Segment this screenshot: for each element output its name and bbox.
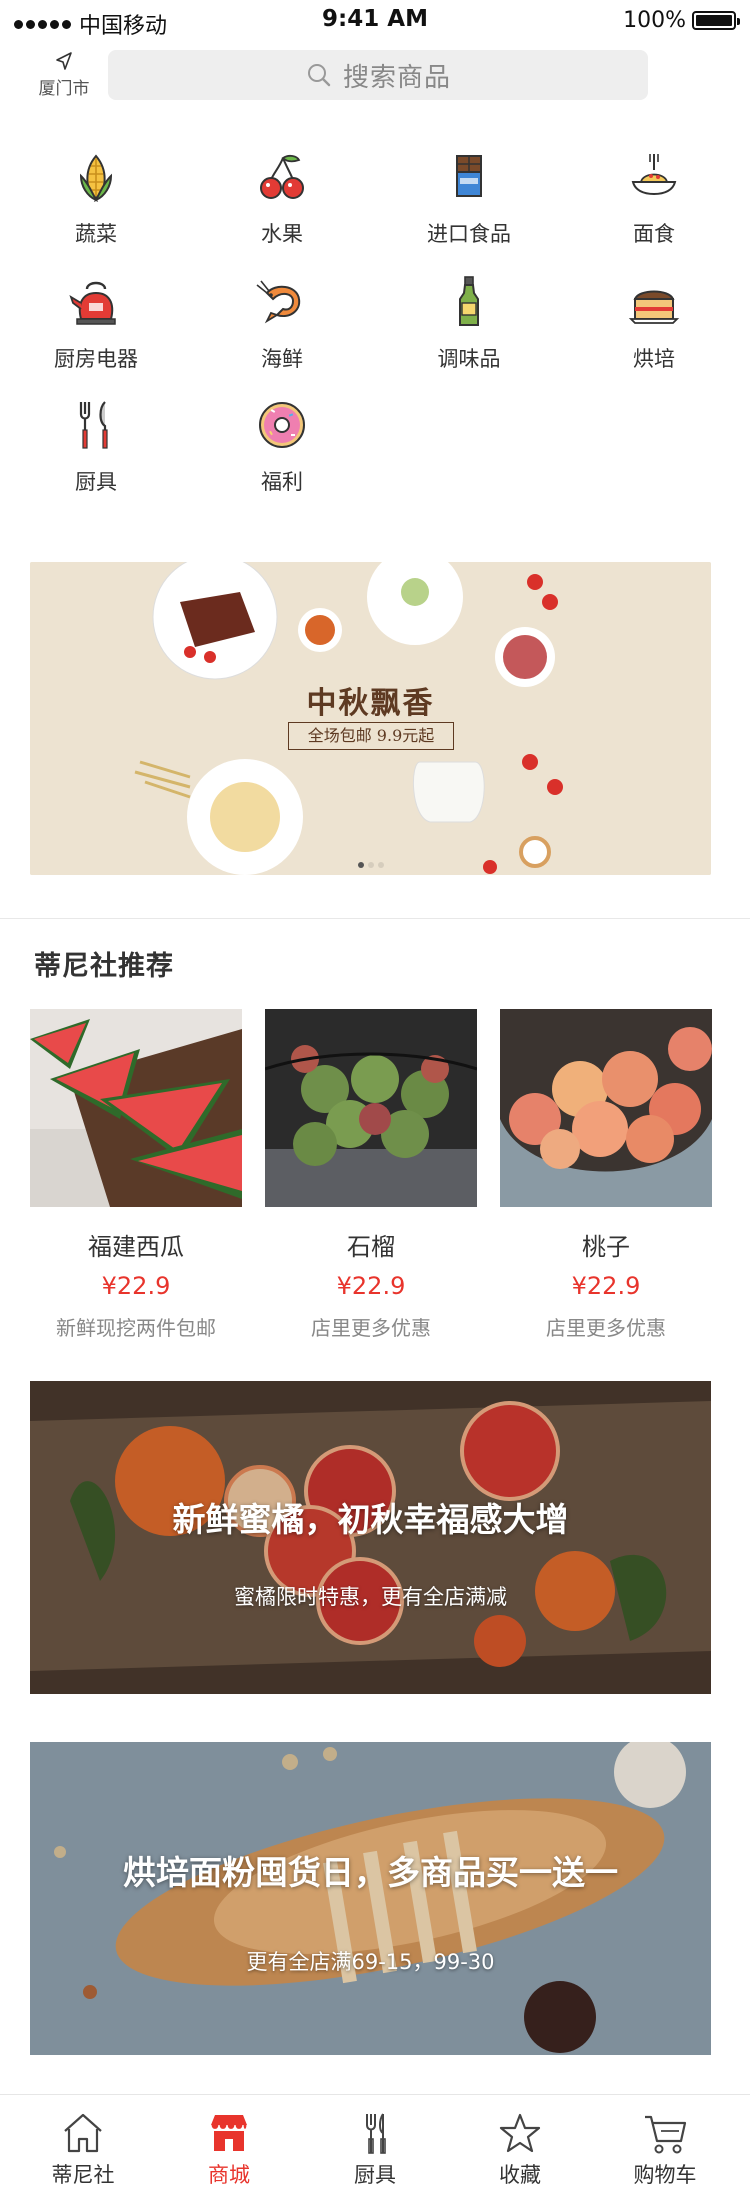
promo-card-oranges[interactable]: 新鲜蜜橘，初秋幸福感大增 蜜橘限时特惠，更有全店满减 (30, 1381, 711, 1694)
promo-card-baking[interactable]: 烘培面粉囤货日，多商品买一送一 更有全店满69-15，99-30 (30, 1742, 711, 2055)
tab-label: 厨具 (354, 2163, 396, 2187)
home-icon (64, 2113, 102, 2153)
promo-subtitle: 蜜橘限时特惠，更有全店满减 (234, 1585, 507, 1609)
category-label: 海鲜 (261, 347, 303, 371)
promo-title: 烘培面粉囤货日，多商品买一送一 (123, 1853, 618, 1892)
product-note: 店里更多优惠 (311, 1316, 431, 1340)
sauce-bottle-icon (459, 276, 479, 326)
product-name: 福建西瓜 (88, 1233, 184, 1261)
category-noodles[interactable]: 面食 (560, 148, 748, 248)
category-label: 福利 (261, 470, 303, 494)
battery-icon (692, 11, 740, 30)
shrimp-icon (256, 280, 301, 324)
carousel-dot (377, 862, 384, 868)
status-right: 100% (623, 8, 740, 33)
location-label: 厦门市 (38, 79, 90, 99)
section-divider (0, 918, 750, 919)
fig-image (265, 1009, 477, 1207)
cart-icon (645, 2115, 687, 2154)
tab-home[interactable]: 蒂尼社 (8, 2111, 158, 2189)
location-arrow-icon (56, 52, 72, 70)
category-label: 面食 (633, 222, 675, 246)
peach-image (500, 1009, 712, 1207)
section-title: 蒂尼社推荐 (34, 951, 174, 982)
search-placeholder: 搜索商品 (342, 62, 451, 93)
tab-cart[interactable]: 购物车 (590, 2111, 740, 2189)
category-label: 水果 (261, 222, 303, 246)
watermelon-image (30, 1009, 242, 1207)
category-label: 厨房电器 (54, 347, 138, 371)
header: 厦门市 搜索商品 (0, 44, 750, 106)
chocolate-icon (456, 155, 482, 197)
tab-bar: 蒂尼社 商城 厨具 收藏 购物车 (0, 2094, 750, 2200)
category-vegetables[interactable]: 蔬菜 (2, 148, 190, 248)
status-bar: 中国移动 9:41 AM 100% (0, 0, 750, 40)
category-kitchenware[interactable]: 厨具 (2, 396, 190, 496)
carousel-indicator (30, 862, 711, 868)
promo-title: 新鲜蜜橘，初秋幸福感大增 (172, 1500, 569, 1539)
category-label: 蔬菜 (75, 222, 117, 246)
category-label: 烘培 (633, 347, 675, 371)
category-label: 进口食品 (427, 222, 511, 246)
category-imported-food[interactable]: 进口食品 (375, 148, 563, 248)
product-price: ¥22.9 (101, 1272, 171, 1300)
product-price: ¥22.9 (336, 1272, 406, 1300)
tab-favorites[interactable]: 收藏 (445, 2111, 595, 2189)
product-name: 石榴 (347, 1233, 395, 1261)
product-note: 店里更多优惠 (546, 1316, 666, 1340)
tab-mall[interactable]: 商城 (154, 2111, 304, 2189)
tab-label: 商城 (208, 2163, 250, 2187)
carousel-dot (357, 862, 364, 868)
product-card[interactable]: 桃子 ¥22.9 店里更多优惠 (500, 1009, 712, 1341)
location-selector[interactable]: 厦门市 (34, 50, 94, 99)
star-icon (499, 2113, 541, 2153)
search-input[interactable]: 搜索商品 (108, 50, 648, 100)
category-seasoning[interactable]: 调味品 (375, 273, 563, 373)
search-icon (307, 64, 331, 87)
tab-label: 购物车 (633, 2163, 697, 2187)
category-welfare[interactable]: 福利 (188, 396, 376, 496)
utensils-icon (366, 2113, 386, 2154)
category-label: 厨具 (75, 470, 117, 494)
kettle-icon (69, 281, 116, 325)
banner-title: 中秋飘香 (306, 686, 435, 721)
category-label: 调味品 (437, 347, 501, 371)
category-baking[interactable]: 烘培 (560, 273, 748, 373)
carousel-dot (367, 862, 374, 868)
tab-kitchenware[interactable]: 厨具 (300, 2111, 450, 2189)
product-name: 桃子 (582, 1233, 630, 1261)
bread-image (30, 1742, 711, 2055)
banner-subtitle: 全场包邮 9.9元起 (288, 722, 454, 750)
corn-icon (79, 154, 113, 203)
utensils-icon (79, 401, 108, 449)
cake-icon (628, 290, 680, 324)
category-kitchen-appliances[interactable]: 厨房电器 (2, 273, 190, 373)
category-fruit[interactable]: 水果 (188, 148, 376, 248)
store-icon (210, 2115, 248, 2151)
product-price: ¥22.9 (571, 1272, 641, 1300)
battery-percent: 100% (623, 8, 686, 33)
product-note: 新鲜现挖两件包邮 (56, 1316, 216, 1340)
promo-subtitle: 更有全店满69-15，99-30 (246, 1950, 495, 1974)
tab-label: 蒂尼社 (51, 2163, 115, 2187)
promo-banner-carousel[interactable]: 中秋飘香 全场包邮 9.9元起 (30, 562, 711, 875)
cherry-icon (260, 154, 304, 199)
noodles-icon (631, 154, 677, 196)
product-card[interactable]: 石榴 ¥22.9 店里更多优惠 (265, 1009, 477, 1341)
category-seafood[interactable]: 海鲜 (188, 273, 376, 373)
tab-label: 收藏 (499, 2163, 541, 2187)
donut-icon (259, 402, 305, 448)
product-card[interactable]: 福建西瓜 ¥22.9 新鲜现挖两件包邮 (30, 1009, 242, 1341)
